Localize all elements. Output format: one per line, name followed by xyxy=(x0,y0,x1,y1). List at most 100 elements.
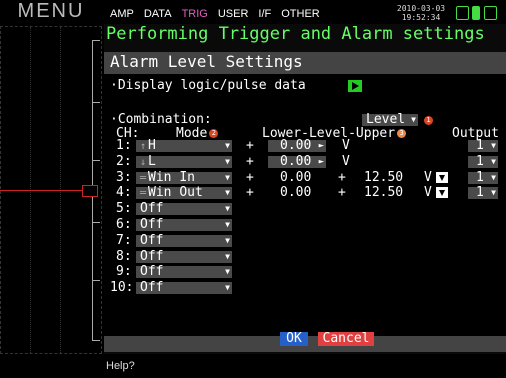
scale-tick xyxy=(92,40,100,41)
scale-tick xyxy=(92,222,100,223)
panel-title: Alarm Level Settings xyxy=(110,52,303,71)
usb-icon xyxy=(484,6,497,20)
lower-sign: + xyxy=(246,170,254,185)
mode-select-ch1[interactable]: ↑ H ▼ xyxy=(136,138,232,153)
mode-value: Off xyxy=(140,233,164,248)
combination-label: ·Combination: xyxy=(110,112,212,127)
mode-value: Off xyxy=(140,201,164,216)
unit-dropdown-icon[interactable] xyxy=(436,172,448,183)
ok-button[interactable]: OK xyxy=(280,332,308,346)
channel-number: 2: xyxy=(116,154,132,169)
channel-number: 5: xyxy=(116,201,132,216)
header-mode-label: Mode xyxy=(176,126,208,141)
combination-select[interactable]: Level ▼ xyxy=(362,113,418,126)
display-logic-button[interactable] xyxy=(348,80,362,92)
lower-sign: + xyxy=(246,138,254,153)
mode-value: L xyxy=(148,154,156,169)
cancel-button[interactable]: Cancel xyxy=(318,332,374,346)
badge-2: 2 xyxy=(209,129,219,138)
upper-sign: + xyxy=(338,170,346,185)
clock-time: 19:52:34 xyxy=(401,13,441,22)
chevron-down-icon: ▼ xyxy=(225,236,230,245)
tab-trig[interactable]: TRIG xyxy=(178,6,212,22)
rising-edge-icon: ↑ xyxy=(140,141,147,152)
lower-level-value: 0.00 xyxy=(280,154,312,169)
chevron-down-icon: ▼ xyxy=(411,115,416,124)
mode-select-ch2[interactable]: ↓ L ▼ xyxy=(136,154,232,169)
help-text: Help? xyxy=(106,360,135,372)
chevron-down-icon: ▼ xyxy=(225,283,230,292)
falling-edge-icon: ↓ xyxy=(140,157,147,168)
trigger-marker-icon[interactable] xyxy=(82,185,98,197)
display-logic-label: ·Display logic/pulse data xyxy=(110,78,306,93)
mode-value: Off xyxy=(140,249,164,264)
chevron-down-icon: ▼ xyxy=(491,157,496,166)
chevron-down-icon: ▼ xyxy=(225,141,230,150)
output-value: 1 xyxy=(476,170,484,185)
unit-label: V xyxy=(424,170,432,185)
lower-level-value[interactable]: 0.00 xyxy=(280,185,311,200)
mode-select-ch3[interactable]: ═ Win In ▼ xyxy=(136,171,232,184)
channel-number: 8: xyxy=(116,249,132,264)
output-value: 1 xyxy=(476,138,484,153)
lower-level-field-ch2[interactable]: 0.00 ► xyxy=(268,154,326,169)
chevron-down-icon: ▼ xyxy=(491,173,496,182)
tab-bar: AMP DATA TRIG USER I/F OTHER xyxy=(106,6,326,22)
mode-select-ch4[interactable]: ═ Win Out ▼ xyxy=(136,185,232,200)
channel-number: 6: xyxy=(116,217,132,232)
menu-button[interactable]: MENU xyxy=(0,0,102,22)
output-value: 1 xyxy=(476,185,484,200)
page-title: Performing Trigger and Alarm settings xyxy=(106,24,485,44)
lower-level-value[interactable]: 0.00 xyxy=(280,170,311,185)
play-icon: ► xyxy=(318,157,324,167)
mode-value: Off xyxy=(140,217,164,232)
lower-sign: + xyxy=(246,185,254,200)
tab-if[interactable]: I/F xyxy=(254,6,275,22)
mode-select-ch7[interactable]: Off ▼ xyxy=(136,233,232,248)
window-icon: ═ xyxy=(140,188,147,199)
clock-date: 2010-03-03 xyxy=(396,4,446,13)
upper-level-value[interactable]: 12.50 xyxy=(364,170,403,185)
chevron-down-icon: ▼ xyxy=(491,188,496,197)
output-select-ch3[interactable]: 1 ▼ xyxy=(468,170,498,185)
mode-value: Win Out xyxy=(148,185,203,200)
badge-1: 1 xyxy=(424,116,433,125)
scale-tick xyxy=(92,102,100,103)
upper-level-value[interactable]: 12.50 xyxy=(364,185,403,200)
chevron-down-icon: ▼ xyxy=(225,252,230,261)
mode-select-ch8[interactable]: Off ▼ xyxy=(136,249,232,264)
tab-other[interactable]: OTHER xyxy=(277,6,324,22)
chevron-down-icon: ▼ xyxy=(225,220,230,229)
channel-number: 9: xyxy=(116,264,132,279)
header-mode: Mode 2 xyxy=(176,126,219,141)
scale-tick xyxy=(92,160,100,161)
mode-select-ch10[interactable]: Off ▼ xyxy=(136,280,232,295)
scale-tick xyxy=(92,280,100,281)
mode-select-ch5[interactable]: Off ▼ xyxy=(136,201,232,216)
clock: 2010-03-03 19:52:34 xyxy=(388,4,454,22)
output-select-ch1[interactable]: 1 ▼ xyxy=(468,138,498,153)
play-icon: ► xyxy=(318,141,324,151)
mode-value: Off xyxy=(140,280,164,295)
mode-value: H xyxy=(148,138,156,153)
channel-number: 7: xyxy=(116,233,132,248)
channel-number: 3: xyxy=(116,170,132,185)
lower-level-field-ch1[interactable]: 0.00 ► xyxy=(268,139,326,152)
unit-label: V xyxy=(424,185,432,200)
channel-number: 10: xyxy=(110,280,134,295)
tab-data[interactable]: DATA xyxy=(140,6,176,22)
window-icon: ═ xyxy=(140,173,147,184)
channel-number: 4: xyxy=(116,185,132,200)
tab-user[interactable]: USER xyxy=(214,6,253,22)
mode-select-ch9[interactable]: Off ▼ xyxy=(136,264,232,279)
unit-dropdown-icon[interactable] xyxy=(436,187,448,198)
chevron-down-icon: ▼ xyxy=(225,204,230,213)
mode-value: Off xyxy=(140,264,164,279)
tab-amp[interactable]: AMP xyxy=(106,6,138,22)
upper-sign: + xyxy=(338,185,346,200)
mode-select-ch6[interactable]: Off ▼ xyxy=(136,217,232,232)
lower-sign: + xyxy=(246,154,254,169)
output-select-ch2[interactable]: 1 ▼ xyxy=(468,155,498,168)
battery-icon xyxy=(472,6,480,20)
output-select-ch4[interactable]: 1 ▼ xyxy=(468,185,498,200)
